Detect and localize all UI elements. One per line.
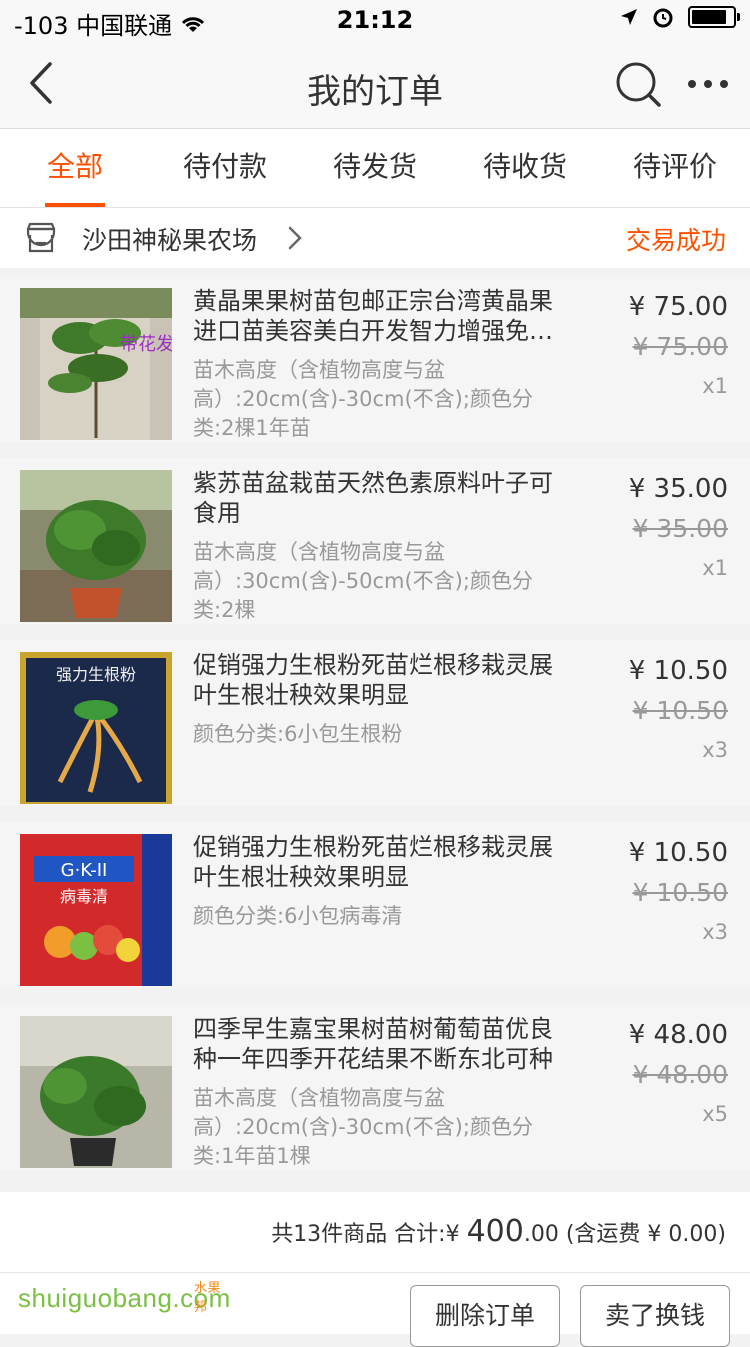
total-decimal: .00 [523, 1222, 559, 1247]
product-thumbnail[interactable]: G·K-II 病毒清 [20, 834, 172, 986]
item-quantity: x5 [702, 1102, 728, 1126]
item-spec: 苗木高度（含植物高度与盆高）:20cm(含)-30cm(不含);颜色分类:1年苗… [193, 1086, 533, 1168]
item-title[interactable]: 紫苏苗盆栽苗天然色素原料叶子可食用 [193, 468, 573, 528]
order-status: 交易成功 [625, 226, 726, 255]
item-original-price: ¥ 10.50 [632, 696, 728, 725]
item-spec: 苗木高度（含植物高度与盆高）:20cm(含)-30cm(不含);颜色分类:2棵1… [193, 358, 533, 440]
item-price: ¥ 35.00 [628, 474, 728, 504]
item-original-price: ¥ 48.00 [632, 1060, 728, 1089]
product-thumbnail[interactable] [20, 470, 172, 622]
alarm-icon [653, 8, 673, 28]
action-bar: shuiguobang.com 水果邦 删除订单 卖了换钱 [0, 1273, 750, 1347]
item-quantity: x1 [702, 374, 728, 398]
thumb-label: 强力生根粉 [56, 665, 136, 684]
item-spec: 颜色分类:6小包生根粉 [193, 722, 403, 746]
thumb-label: 带花发货 [120, 334, 172, 355]
item-price: ¥ 48.00 [628, 1020, 728, 1050]
product-thumbnail[interactable]: 带花发货 [20, 288, 172, 440]
order-tabs: 全部 待付款 待发货 待收货 待评价 [0, 129, 750, 208]
chevron-right-icon [288, 226, 302, 250]
battery-icon [688, 6, 740, 28]
order-item[interactable]: 四季早生嘉宝果树苗树葡萄苗优良种一年四季开花结果不断东北可种 苗木高度（含植物高… [0, 1004, 750, 1170]
item-title[interactable]: 四季早生嘉宝果树苗树葡萄苗优良种一年四季开花结果不断东北可种 [193, 1014, 573, 1074]
watermark-sub: 水果邦 [194, 1280, 222, 1314]
item-quantity: x3 [702, 920, 728, 944]
tab-pending-review[interactable]: 待评价 [600, 129, 750, 207]
status-bar: -103 中国联通 21:12 [0, 0, 750, 40]
item-quantity: x3 [702, 738, 728, 762]
item-price: ¥ 10.50 [628, 838, 728, 868]
thumb-label: 病毒清 [60, 887, 108, 906]
item-original-price: ¥ 35.00 [632, 514, 728, 543]
item-spec: 颜色分类:6小包病毒清 [193, 904, 403, 928]
order-item-list: 带花发货 黄晶果果树苗包邮正宗台湾黄晶果进口苗美容美白开发智力增强免疫力 苗木高… [0, 276, 750, 1186]
location-arrow-icon [621, 9, 637, 25]
tab-pending-payment[interactable]: 待付款 [150, 129, 300, 207]
item-price: ¥ 10.50 [628, 656, 728, 686]
total-integer: 400 [466, 1214, 524, 1249]
total-currency: ¥ [445, 1222, 467, 1247]
delete-order-button[interactable]: 删除订单 [410, 1285, 560, 1347]
watermark-text: shuiguobang [18, 1283, 173, 1313]
tab-all[interactable]: 全部 [0, 129, 150, 207]
order-item[interactable]: 紫苏苗盆栽苗天然色素原料叶子可食用 苗木高度（含植物高度与盆高）:30cm(含)… [0, 458, 750, 624]
item-title[interactable]: 促销强力生根粉死苗烂根移栽灵展叶生根壮秧效果明显 [193, 832, 573, 892]
tab-pending-shipment[interactable]: 待发货 [300, 129, 450, 207]
item-price: ¥ 75.00 [628, 292, 728, 322]
item-original-price: ¥ 75.00 [632, 332, 728, 361]
item-original-price: ¥ 10.50 [632, 878, 728, 907]
order-item[interactable]: 带花发货 黄晶果果树苗包邮正宗台湾黄晶果进口苗美容美白开发智力增强免疫力 苗木高… [0, 276, 750, 442]
shipping-fee: (含运费 ¥ 0.00) [558, 1222, 726, 1247]
thumb-label: G·K-II [61, 860, 108, 881]
order-item[interactable]: 强力生根粉 促销强力生根粉死苗烂根移栽灵展叶生根壮秧效果明显 颜色分类:6小包生… [0, 640, 750, 806]
shop-name[interactable]: 沙田神秘果农场 [82, 221, 257, 257]
sell-button[interactable]: 卖了换钱 [580, 1285, 730, 1347]
shop-header[interactable]: 沙田神秘果农场 交易成功 [0, 208, 750, 268]
item-quantity: x1 [702, 556, 728, 580]
search-icon[interactable] [612, 58, 664, 110]
tab-pending-receipt[interactable]: 待收货 [450, 129, 600, 207]
order-total: 共13件商品 合计:¥ 400.00 (含运费 ¥ 0.00) [271, 1214, 726, 1249]
nav-bar: 我的订单 [0, 40, 750, 129]
order-summary: 共13件商品 合计:¥ 400.00 (含运费 ¥ 0.00) [0, 1192, 750, 1273]
watermark: shuiguobang.com 水果邦 [18, 1280, 231, 1314]
product-thumbnail[interactable]: 强力生根粉 [20, 652, 172, 804]
item-title[interactable]: 促销强力生根粉死苗烂根移栽灵展叶生根壮秧效果明显 [193, 650, 573, 710]
more-icon[interactable] [684, 58, 732, 110]
product-thumbnail[interactable] [20, 1016, 172, 1168]
shop-icon [26, 222, 56, 253]
item-title[interactable]: 黄晶果果树苗包邮正宗台湾黄晶果进口苗美容美白开发智力增强免疫力 [193, 286, 573, 346]
item-count-label: 共13件商品 合计: [271, 1222, 446, 1247]
item-spec: 苗木高度（含植物高度与盆高）:30cm(含)-50cm(不含);颜色分类:2棵 [193, 540, 533, 622]
order-item[interactable]: G·K-II 病毒清 促销强力生根粉死苗烂根移栽灵展叶生根壮秧效果明显 颜色分类… [0, 822, 750, 988]
